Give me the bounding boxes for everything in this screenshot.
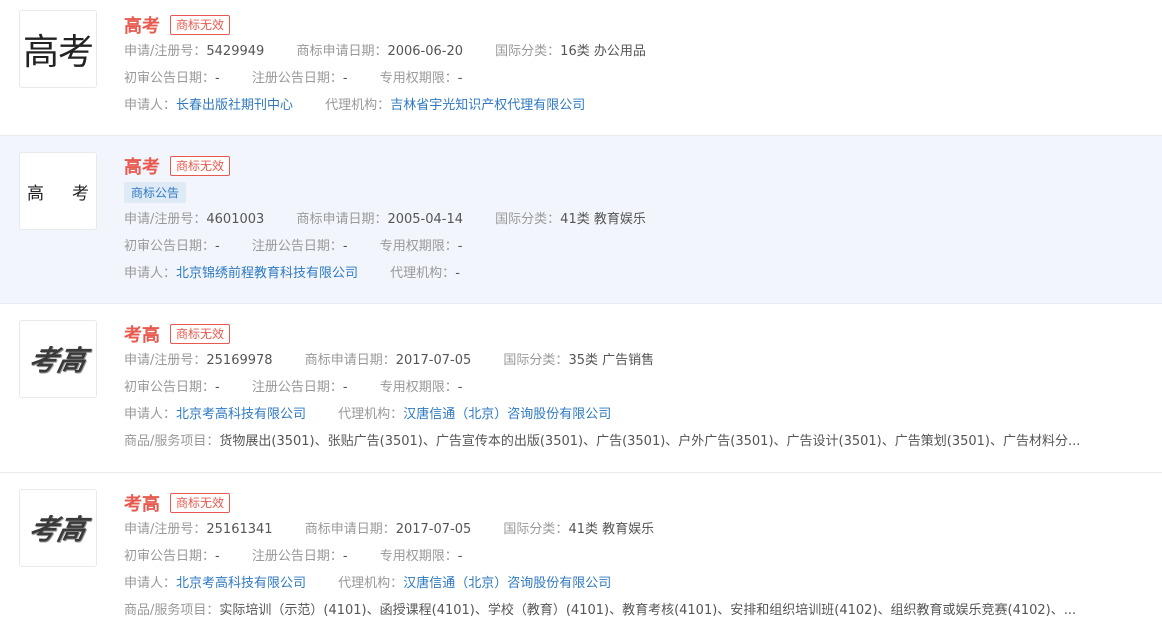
apply-date-label: 商标申请日期：: [304, 522, 396, 537]
trademark-title[interactable]: 高考: [124, 153, 160, 179]
apply-date-value: 2017-07-05: [395, 522, 472, 537]
status-badge: 商标无效: [170, 493, 231, 513]
applicant-link[interactable]: 北京考高科技有限公司: [176, 576, 306, 591]
apply-date-label: 商标申请日期：: [296, 212, 388, 227]
goods-label: 商品/服务项目：: [124, 603, 220, 618]
applicant-link[interactable]: 长春出版社期刊中心: [176, 98, 293, 113]
trademark-title[interactable]: 高考: [124, 12, 160, 38]
exclusive-period-label: 专用权期限：: [379, 71, 458, 86]
trademark-logo[interactable]: 考高: [19, 489, 97, 567]
applicant-label: 申请人：: [124, 266, 177, 281]
trademark-item[interactable]: 考高 考高 商标无效 申请/注册号：25169978 商标申请日期：2017-0…: [0, 304, 1162, 473]
status-badge: 商标无效: [170, 15, 231, 35]
trademark-item[interactable]: 考高 考高 商标无效 申请/注册号：25161341 商标申请日期：2017-0…: [0, 473, 1162, 639]
trademark-result-list: 高考 高考 商标无效 申请/注册号：5429949 商标申请日期：2006-06…: [0, 0, 1162, 639]
reg-no-label: 申请/注册号：: [124, 522, 207, 537]
intl-class-value: 41类 教育娱乐: [560, 212, 646, 227]
trademark-logo[interactable]: 高考: [19, 10, 97, 88]
reg-date-label: 注册公告日期：: [251, 380, 343, 395]
reg-no-label: 申请/注册号：: [124, 44, 207, 59]
intl-class-label: 国际分类：: [495, 212, 561, 227]
apply-date-label: 商标申请日期：: [304, 353, 396, 368]
trademark-item[interactable]: 高考 高考 商标无效 申请/注册号：5429949 商标申请日期：2006-06…: [0, 0, 1162, 136]
trademark-logo-text: 考高: [26, 344, 90, 377]
agency-label: 代理机构：: [338, 407, 404, 422]
agency-link[interactable]: 吉林省宇光知识产权代理有限公司: [390, 98, 585, 113]
reg-date-label: 注册公告日期：: [251, 239, 343, 254]
prelim-date-label: 初审公告日期：: [124, 380, 216, 395]
reg-no-label: 申请/注册号：: [124, 353, 207, 368]
reg-no-label: 申请/注册号：: [124, 212, 207, 227]
prelim-date-label: 初审公告日期：: [124, 549, 216, 564]
goods-value: 实际培训（示范）(4101)、函授课程(4101)、学校（教育）(4101)、教…: [219, 603, 1077, 618]
reg-no-value: 25161341: [206, 522, 273, 537]
agency-label: 代理机构：: [390, 266, 456, 281]
apply-date-value: 2005-04-14: [387, 212, 464, 227]
agency-value: -: [455, 266, 460, 281]
exclusive-period-value: -: [457, 239, 463, 254]
trademark-item[interactable]: 高考 高考 商标无效 商标公告 申请/注册号：4601003 商标申请日期：20…: [0, 136, 1162, 304]
agency-label: 代理机构：: [325, 98, 391, 113]
apply-date-value: 2006-06-20: [387, 44, 464, 59]
applicant-label: 申请人：: [124, 98, 177, 113]
goods-value: 货物展出(3501)、张贴广告(3501)、广告宣传本的出版(3501)、广告(…: [219, 434, 1081, 449]
intl-class-label: 国际分类：: [503, 522, 569, 537]
applicant-link[interactable]: 北京考高科技有限公司: [176, 407, 306, 422]
reg-no-value: 25169978: [206, 353, 273, 368]
trademark-logo[interactable]: 高考: [19, 152, 97, 230]
trademark-title[interactable]: 考高: [124, 490, 160, 516]
reg-date-label: 注册公告日期：: [251, 71, 343, 86]
trademark-logo-text: 高考: [27, 179, 89, 204]
reg-no-value: 4601003: [206, 212, 265, 227]
exclusive-period-value: -: [457, 380, 463, 395]
reg-date-label: 注册公告日期：: [251, 549, 343, 564]
reg-date-value: -: [342, 71, 348, 86]
logo-char: 高: [27, 183, 44, 204]
trademark-logo[interactable]: 考高: [19, 320, 97, 398]
prelim-date-value: -: [215, 71, 220, 86]
intl-class-label: 国际分类：: [495, 44, 561, 59]
prelim-date-label: 初审公告日期：: [124, 71, 216, 86]
intl-class-value: 35类 广告销售: [568, 353, 655, 368]
exclusive-period-value: -: [457, 549, 463, 564]
apply-date-label: 商标申请日期：: [296, 44, 388, 59]
exclusive-period-label: 专用权期限：: [379, 380, 458, 395]
agency-link[interactable]: 汉唐信通（北京）咨询股份有限公司: [403, 407, 611, 422]
reg-date-value: -: [342, 549, 348, 564]
intl-class-value: 16类 办公用品: [560, 44, 646, 59]
intl-class-label: 国际分类：: [503, 353, 569, 368]
reg-date-value: -: [342, 380, 348, 395]
exclusive-period-label: 专用权期限：: [379, 239, 458, 254]
trademark-logo-text: 高考: [22, 32, 94, 73]
applicant-label: 申请人：: [124, 576, 177, 591]
exclusive-period-value: -: [457, 71, 463, 86]
applicant-link[interactable]: 北京锦绣前程教育科技有限公司: [176, 266, 358, 281]
apply-date-value: 2017-07-05: [395, 353, 472, 368]
status-badge: 商标无效: [170, 324, 231, 344]
status-badge: 商标无效: [170, 156, 231, 176]
agency-label: 代理机构：: [338, 576, 404, 591]
reg-date-value: -: [342, 239, 348, 254]
logo-char: 考: [72, 183, 89, 204]
prelim-date-label: 初审公告日期：: [124, 239, 216, 254]
announcement-tag[interactable]: 商标公告: [124, 182, 187, 203]
trademark-logo-text: 考高: [26, 513, 90, 546]
prelim-date-value: -: [215, 239, 220, 254]
applicant-label: 申请人：: [124, 407, 177, 422]
agency-link[interactable]: 汉唐信通（北京）咨询股份有限公司: [403, 576, 611, 591]
intl-class-value: 41类 教育娱乐: [568, 522, 655, 537]
prelim-date-value: -: [215, 380, 220, 395]
goods-label: 商品/服务项目：: [124, 434, 220, 449]
exclusive-period-label: 专用权期限：: [379, 549, 458, 564]
reg-no-value: 5429949: [206, 44, 265, 59]
prelim-date-value: -: [215, 549, 220, 564]
trademark-title[interactable]: 考高: [124, 321, 160, 347]
